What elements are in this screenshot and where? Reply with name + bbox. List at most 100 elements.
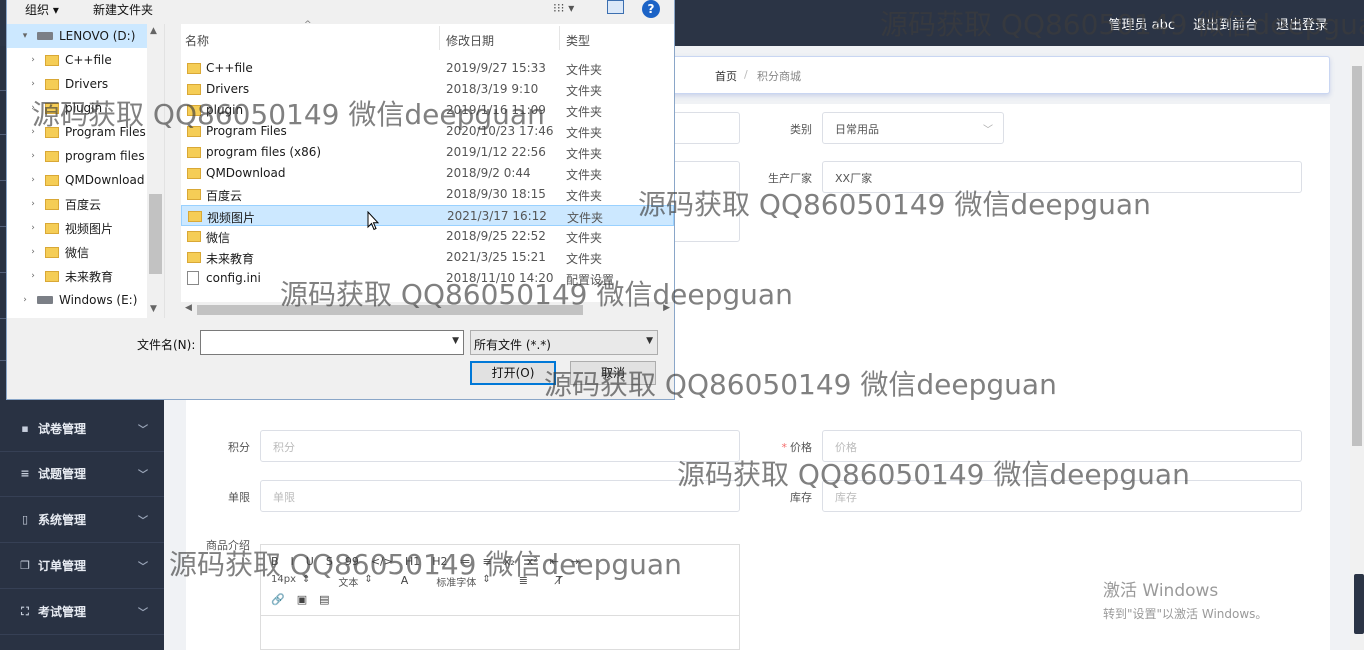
chevron-right-icon[interactable]: › [27,151,39,161]
tree-item[interactable]: › 微信 [7,240,147,264]
tree-item[interactable]: › 未来教育 [7,264,147,288]
indent-button[interactable]: ⇥ [571,555,580,568]
scroll-left-icon[interactable]: ◀ [185,303,192,313]
tree-item[interactable]: › plugin [7,96,147,120]
italic-button[interactable]: I [291,555,294,568]
view-options-icon[interactable]: ⁝⁝⁝ ▾ [553,1,574,15]
image-icon[interactable]: ▣ [297,593,307,606]
exit-to-front-link[interactable]: 退出到前台 [1193,14,1258,33]
admin-user-label[interactable]: 管理员 abc [1108,14,1175,33]
open-button[interactable]: 打开(O) [470,361,556,385]
bullet-list-button[interactable]: ≡ [483,555,492,568]
scrollbar-thumb[interactable] [1352,66,1362,446]
file-row[interactable]: plugin 2019/1/16 11:09 文件夹 [181,100,674,121]
folder-icon [45,126,59,138]
limit-input[interactable]: 单限 [260,480,740,512]
paragraph-select[interactable]: 文本 ⇕ [338,574,372,589]
sidebar-item-questions[interactable]: ≡ 试题管理 ﹀ [0,451,164,497]
price-input[interactable]: 价格 [822,430,1302,462]
clear-format-icon[interactable]: T̸ [556,574,563,589]
new-folder-button[interactable]: 新建文件夹 [93,1,153,18]
sidebar-item-exam-papers[interactable]: ▪ 试卷管理 ﹀ [0,406,164,452]
file-row[interactable]: 微信 2018/9/25 22:52 文件夹 [181,226,674,247]
scroll-up-icon[interactable]: ▲ [150,26,157,36]
stock-input[interactable]: 库存 [822,480,1302,512]
font-size-select[interactable]: 14px ⇕ [271,574,310,589]
font-family-select[interactable]: 标准字体 ⇕ [436,574,490,589]
scroll-right-icon[interactable]: ▶ [663,303,670,313]
font-color-icon[interactable]: A [401,574,409,589]
chevron-right-icon[interactable]: › [27,271,39,281]
file-row[interactable]: Drivers 2018/3/19 9:10 文件夹 [181,79,674,100]
tree-item[interactable]: › C++file [7,48,147,72]
chevron-right-icon[interactable]: › [27,103,39,113]
file-row[interactable]: QMDownload 2018/9/2 0:44 文件夹 [181,163,674,184]
superscript-button[interactable]: x² [527,555,538,568]
sidebar-item-system[interactable]: ▯ 系统管理 ﹀ [0,497,164,543]
file-row[interactable]: 百度云 2018/9/30 18:15 文件夹 [181,184,674,205]
sidebar-item-orders[interactable]: ❐ 订单管理 ﹀ [0,543,164,589]
chevron-right-icon[interactable]: › [27,223,39,233]
scrollbar-thumb[interactable] [197,305,583,315]
tree-item[interactable]: › 百度云 [7,192,147,216]
file-list-hscrollbar[interactable]: ◀ ▶ [181,302,674,318]
tree-item[interactable]: ▾ LENOVO (D:) [7,24,147,48]
logout-link[interactable]: 退出登录 [1276,14,1328,33]
chevron-down-icon[interactable]: ▼ [452,336,459,346]
ordered-list-button[interactable]: ≔ [460,555,471,568]
column-header-type[interactable]: 类型 [566,32,590,49]
file-row[interactable]: 视频图片 2021/3/17 16:12 文件夹 [181,205,674,226]
column-header-date[interactable]: 修改日期 [446,32,494,49]
column-header-name[interactable]: 名称 [185,32,209,49]
file-row[interactable]: 未来教育 2021/3/25 15:21 文件夹 [181,247,674,268]
chevron-down-icon[interactable]: ▾ [19,31,31,41]
align-icon[interactable]: ≣ [519,574,528,589]
file-row[interactable]: config.ini 2018/11/10 14:20 配置设置 [181,268,674,289]
editor-content-area[interactable] [261,615,739,650]
chevron-right-icon[interactable]: › [27,127,39,137]
code-button[interactable]: </> [371,555,393,568]
page-scrollbar[interactable] [1350,46,1364,650]
scroll-down-icon[interactable]: ▼ [150,304,157,314]
subscript-button[interactable]: x₂ [504,555,515,568]
chevron-right-icon[interactable]: › [27,55,39,65]
side-panel-handle[interactable] [1354,574,1364,634]
sidebar-item-exams[interactable]: ⛶ 考试管理 ﹀ [0,589,164,635]
scrollbar-thumb[interactable] [149,194,162,274]
help-icon[interactable]: ? [642,0,660,18]
tree-item[interactable]: › program files [7,144,147,168]
tree-item[interactable]: › QMDownload [7,168,147,192]
file-row[interactable]: Program Files 2020/10/23 17:46 文件夹 [181,121,674,142]
rich-text-editor[interactable]: B I U S 99 </> H1 H2 ≔ ≡ x₂ x² ⇤ ⇥ 14px ⇕… [260,544,740,650]
video-icon[interactable]: ▤ [319,593,329,606]
tree-scrollbar[interactable]: ▲ ▼ [147,24,164,318]
breadcrumb-home[interactable]: 首页 [715,68,737,84]
file-row[interactable]: program files (x86) 2019/1/12 22:56 文件夹 [181,142,674,163]
manufacturer-input[interactable]: XX厂家 [822,161,1302,193]
quote-button[interactable]: 99 [345,555,359,568]
chevron-right-icon[interactable]: › [27,247,39,257]
h2-button[interactable]: H2 [432,555,447,568]
outdent-button[interactable]: ⇤ [550,555,559,568]
filename-input[interactable]: ▼ [200,330,464,355]
file-row[interactable]: C++file 2019/9/27 15:33 文件夹 [181,58,674,79]
tree-item[interactable]: › Windows (E:) [7,288,147,312]
tree-item[interactable]: › Program Files [7,120,147,144]
tree-item[interactable]: › 视频图片 [7,216,147,240]
chevron-right-icon[interactable]: › [19,295,31,305]
underline-button[interactable]: U [306,555,314,568]
cancel-button[interactable]: 取消 [570,361,656,385]
points-input[interactable]: 积分 [260,430,740,462]
organize-button[interactable]: 组织 ▾ [25,1,59,18]
filetype-select[interactable]: 所有文件 (*.*) ▼ [470,330,658,355]
chevron-right-icon[interactable]: › [27,175,39,185]
h1-button[interactable]: H1 [405,555,420,568]
tree-item[interactable]: › Drivers [7,72,147,96]
preview-pane-icon[interactable] [607,0,624,14]
category-select[interactable]: 日常用品 ﹀ [822,112,1004,144]
link-icon[interactable]: 🔗 [271,593,285,606]
bold-button[interactable]: B [271,555,279,568]
strike-button[interactable]: S [326,555,333,568]
chevron-right-icon[interactable]: › [27,79,39,89]
chevron-right-icon[interactable]: › [27,199,39,209]
